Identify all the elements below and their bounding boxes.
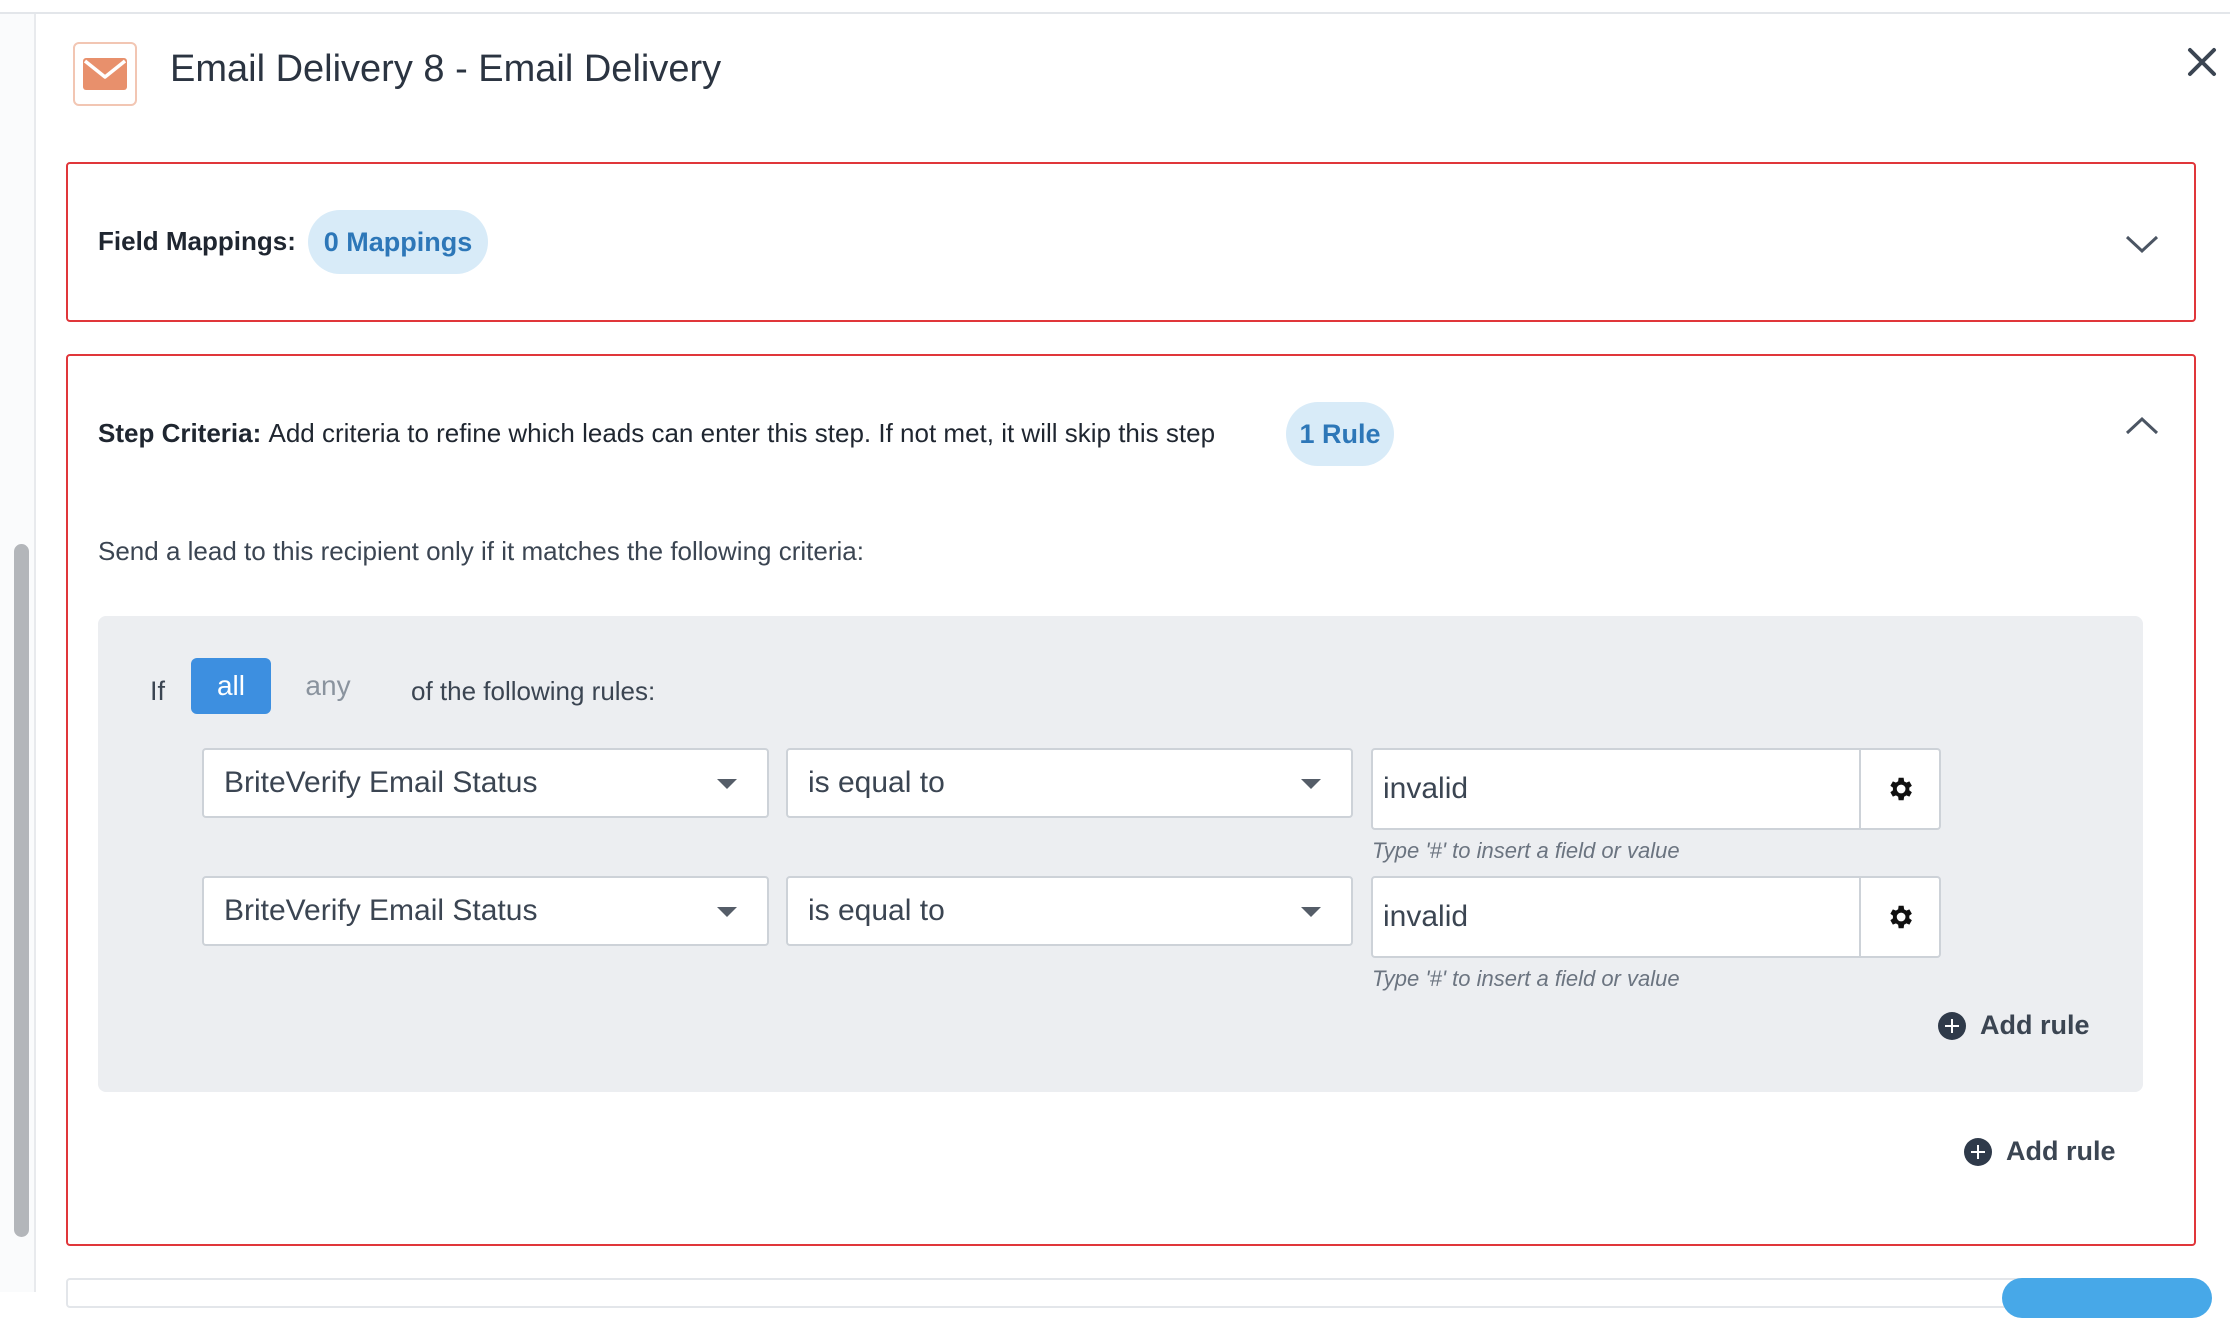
rule-value-input[interactable]: invalid [1371,876,1861,958]
rule-group: If all any of the following rules: Brite… [98,616,2143,1092]
rule-value-hint: Type '#' to insert a field or value [1372,966,1680,991]
gear-icon[interactable] [1861,876,1941,958]
primary-action-button[interactable] [2002,1278,2212,1318]
rule-field-value: BriteVerify Email Status [224,766,538,799]
rule-field-value: BriteVerify Email Status [224,894,538,927]
step-criteria-description: Add criteria to refine which leads can e… [268,418,1216,448]
top-divider [0,0,2230,14]
rules-count-badge: 1 Rule [1286,402,1394,466]
add-rule-button[interactable]: Add rule [1938,1010,2090,1041]
rule-operator-select[interactable]: is equal to [786,876,1353,946]
if-label: If [150,676,166,706]
add-rule-label: Add rule [1980,1010,2090,1040]
following-rules-label: of the following rules: [411,676,656,706]
page-title: Email Delivery 8 - Email Delivery [170,48,722,90]
caret-down-icon [717,907,737,917]
match-all-toggle[interactable]: all [191,658,271,714]
step-criteria-header: Step Criteria: Add criteria to refine wh… [98,418,1215,449]
add-rule-label: Add rule [2006,1136,2116,1166]
close-icon[interactable] [2184,44,2220,80]
caret-down-icon [1301,779,1321,789]
step-criteria-label: Step Criteria: [98,418,262,448]
plus-circle-icon [1964,1137,1992,1166]
plus-circle-icon [1938,1011,1966,1040]
rule-operator-value: is equal to [808,766,945,799]
rule-operator-select[interactable]: is equal to [786,748,1353,818]
mappings-count-badge: 0 Mappings [308,210,488,274]
caret-down-icon [1301,907,1321,917]
field-mappings-label: Field Mappings: [98,226,296,256]
criteria-intro-text: Send a lead to this recipient only if it… [98,536,864,566]
envelope-icon [73,42,137,106]
next-panel [66,1278,2196,1308]
add-rule-button[interactable]: Add rule [1964,1136,2116,1167]
vertical-scrollbar[interactable] [14,544,29,1237]
rule-operator-value: is equal to [808,894,945,927]
rule-field-select[interactable]: BriteVerify Email Status [202,876,769,946]
rule-field-select[interactable]: BriteVerify Email Status [202,748,769,818]
chevron-down-icon[interactable] [2124,232,2160,256]
field-mappings-panel[interactable]: Field Mappings: 0 Mappings [66,162,2196,322]
match-any-toggle[interactable]: any [298,658,358,714]
chevron-up-icon[interactable] [2124,414,2160,438]
step-criteria-panel: Step Criteria: Add criteria to refine wh… [66,354,2196,1246]
gear-icon[interactable] [1861,748,1941,830]
caret-down-icon [717,779,737,789]
rule-value-hint: Type '#' to insert a field or value [1372,838,1680,863]
rule-value-input[interactable]: invalid [1371,748,1861,830]
